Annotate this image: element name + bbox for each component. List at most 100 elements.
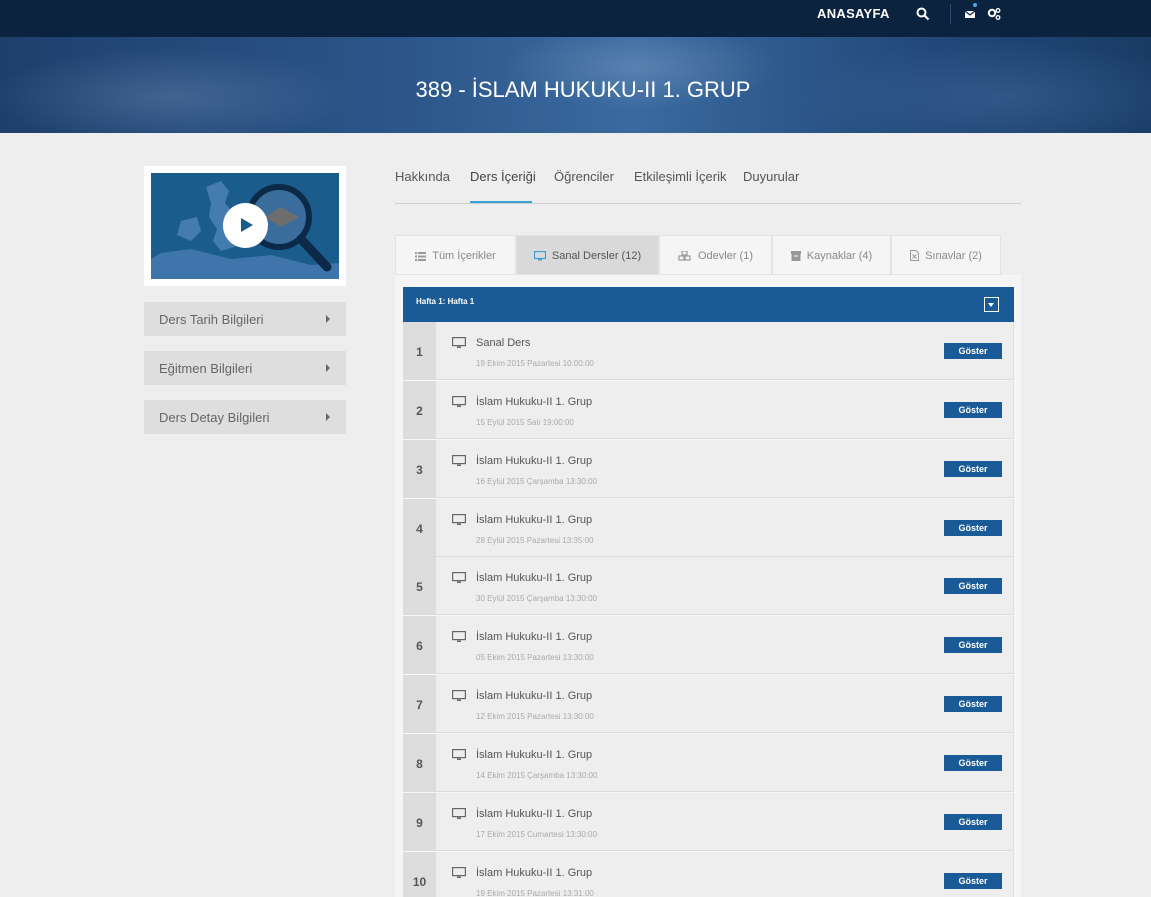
- session-number: 1: [403, 322, 436, 380]
- content-tab-label: Sanal Dersler (12): [551, 250, 642, 262]
- nav-separator: [950, 4, 951, 24]
- tab-etkilesimli-icerik[interactable]: Etkileşimli İçerik: [634, 169, 726, 184]
- tabs-divider: [395, 203, 1021, 204]
- show-button[interactable]: Göster: [944, 519, 1002, 536]
- session-row: 10 İslam Hukuku-II 1. Grup 19 Ekim 2015 Pa…: [403, 851, 1014, 897]
- session-row: 1 Sanal Ders 19 Ekim 2015 Pazartesi 10:00:…: [403, 322, 1014, 380]
- session-title: İslam Hukuku-II 1. Grup: [476, 690, 593, 703]
- session-row: 2 İslam Hukuku-II 1. Grup 15 Eylül 2015 Sa…: [403, 380, 1014, 439]
- show-button[interactable]: Göster: [944, 872, 1002, 889]
- session-date: 05 Ekim 2015 Pazartesi 13:30:00: [476, 653, 594, 663]
- monitor-icon: [452, 807, 466, 819]
- session-title: İslam Hukuku-II 1. Grup: [476, 631, 593, 644]
- video-thumbnail[interactable]: [151, 173, 339, 279]
- sidebar-item-label: Eğitmen Bilgileri: [159, 361, 253, 376]
- show-button[interactable]: Göster: [944, 754, 1002, 771]
- session-row: 6 İslam Hukuku-II 1. Grup 05 Ekim 2015 Paz…: [403, 616, 1014, 675]
- top-navbar: ANASAYFA: [0, 0, 1151, 37]
- monitor-icon: [452, 631, 466, 643]
- monitor-icon: [452, 748, 466, 760]
- caret-right-icon: [326, 413, 330, 421]
- session-number: 2: [403, 380, 436, 439]
- tab-hakkinda[interactable]: Hakkında: [395, 169, 450, 184]
- session-number: 9: [403, 792, 436, 851]
- tab-ders-icerigi[interactable]: Ders İçeriği: [470, 169, 536, 184]
- collapse-toggle-icon[interactable]: [984, 297, 999, 312]
- session-row: 9 İslam Hukuku-II 1. Grup 17 Ekim 2015 Cum…: [403, 792, 1014, 851]
- settings-icon[interactable]: [987, 7, 1001, 21]
- show-button[interactable]: Göster: [944, 813, 1002, 830]
- monitor-icon: [452, 513, 466, 525]
- course-video-card[interactable]: [144, 166, 346, 286]
- session-date: 17 Ekim 2015 Cumartesi 13:30:00: [476, 829, 597, 839]
- caret-right-icon: [326, 315, 330, 323]
- session-title: İslam Hukuku-II 1. Grup: [476, 807, 593, 820]
- caret-right-icon: [326, 364, 330, 372]
- sidebar-item-label: Ders Detay Bilgileri: [159, 410, 270, 425]
- monitor-icon: [452, 690, 466, 702]
- tab-ogrenciler[interactable]: Öğrenciler: [554, 169, 614, 184]
- content-tab-label: Tüm İçerikler: [432, 250, 496, 262]
- session-title: İslam Hukuku-II 1. Grup: [476, 454, 593, 467]
- session-row: 8 İslam Hukuku-II 1. Grup 14 Ekim 2015 Çar…: [403, 733, 1014, 792]
- monitor-icon: [452, 395, 466, 407]
- content-tab-label: Sınavlar (2): [925, 250, 982, 262]
- content-tab-kaynaklar[interactable]: Kaynaklar (4): [772, 235, 891, 275]
- content-tab-sanal-dersler[interactable]: Sanal Dersler (12): [516, 235, 659, 275]
- week-header[interactable]: Hafta 1: Hafta 1: [403, 287, 1014, 322]
- nav-home-link[interactable]: ANASAYFA: [817, 6, 890, 21]
- archive-icon: [790, 251, 801, 261]
- session-title: İslam Hukuku-II 1. Grup: [476, 866, 593, 879]
- exam-file-icon: [910, 250, 920, 261]
- sidebar-item-egitmen[interactable]: Eğitmen Bilgileri: [144, 351, 346, 385]
- session-title: İslam Hukuku-II 1. Grup: [476, 572, 593, 585]
- monitor-icon: [452, 572, 466, 584]
- session-number: 7: [403, 675, 436, 734]
- tab-duyurular[interactable]: Duyurular: [743, 169, 799, 184]
- list-icon: [415, 252, 427, 261]
- sidebar-item-label: Ders Tarih Bilgileri: [159, 312, 264, 327]
- session-number: 10: [403, 851, 436, 897]
- show-button[interactable]: Göster: [944, 343, 1002, 359]
- play-icon[interactable]: [223, 203, 268, 248]
- show-button[interactable]: Göster: [944, 460, 1002, 477]
- sidebar-item-ders-tarih[interactable]: Ders Tarih Bilgileri: [144, 302, 346, 336]
- notification-dot: [973, 3, 977, 7]
- week-title: Hafta 1: Hafta 1: [416, 297, 475, 306]
- session-date: 16 Eylül 2015 Çarşamba 13:30:00: [476, 476, 597, 486]
- monitor-icon: [452, 337, 466, 348]
- content-tab-label: Odevler (1): [697, 250, 754, 262]
- session-title: İslam Hukuku-II 1. Grup: [476, 748, 593, 761]
- content-tab-sinavlar[interactable]: Sınavlar (2): [891, 235, 1001, 275]
- show-button[interactable]: Göster: [944, 578, 1002, 595]
- session-number: 3: [403, 439, 436, 498]
- session-date: 28 Eylül 2015 Pazartesi 13:35:00: [476, 535, 594, 545]
- session-title: İslam Hukuku-II 1. Grup: [476, 395, 593, 408]
- content-tab-tum-icerikler[interactable]: Tüm İçerikler: [395, 235, 516, 275]
- session-number: 4: [403, 498, 436, 557]
- session-title: İslam Hukuku-II 1. Grup: [476, 513, 593, 526]
- course-banner: 389 - İSLAM HUKUKU-II 1. GRUP: [0, 37, 1151, 133]
- session-date: 30 Eylül 2015 Çarşamba 13:30:00: [476, 594, 597, 604]
- session-row: 4 İslam Hukuku-II 1. Grup 28 Eylül 2015 Pa…: [403, 498, 1014, 557]
- monitor-icon: [452, 866, 466, 878]
- show-button[interactable]: Göster: [944, 696, 1002, 713]
- session-date: 12 Ekim 2015 Pazartesi 13:30:00: [476, 712, 594, 722]
- content-tab-label: Kaynaklar (4): [806, 250, 873, 262]
- content-tab-odevler[interactable]: Odevler (1): [659, 235, 772, 275]
- monitor-icon: [533, 250, 546, 261]
- session-title: Sanal Ders: [476, 337, 531, 349]
- monitor-icon: [452, 454, 466, 466]
- sidebar-item-ders-detay[interactable]: Ders Detay Bilgileri: [144, 400, 346, 434]
- course-title: 389 - İSLAM HUKUKU-II 1. GRUP: [415, 77, 751, 102]
- show-button[interactable]: Göster: [944, 401, 1002, 418]
- mail-icon[interactable]: [964, 8, 976, 20]
- active-tab-indicator: [470, 201, 532, 203]
- session-number: 8: [403, 733, 436, 792]
- session-row: 5 İslam Hukuku-II 1. Grup 30 Eylül 2015 Ça…: [403, 557, 1014, 616]
- session-date: 19 Ekim 2015 Pazartesi 10:00:00: [476, 359, 594, 368]
- session-date: 14 Ekim 2015 Çarşamba 13:30:00: [476, 770, 598, 780]
- session-row: 3 İslam Hukuku-II 1. Grup 16 Eylül 2015 Ça…: [403, 439, 1014, 498]
- show-button[interactable]: Göster: [944, 637, 1002, 654]
- search-icon[interactable]: [916, 7, 930, 21]
